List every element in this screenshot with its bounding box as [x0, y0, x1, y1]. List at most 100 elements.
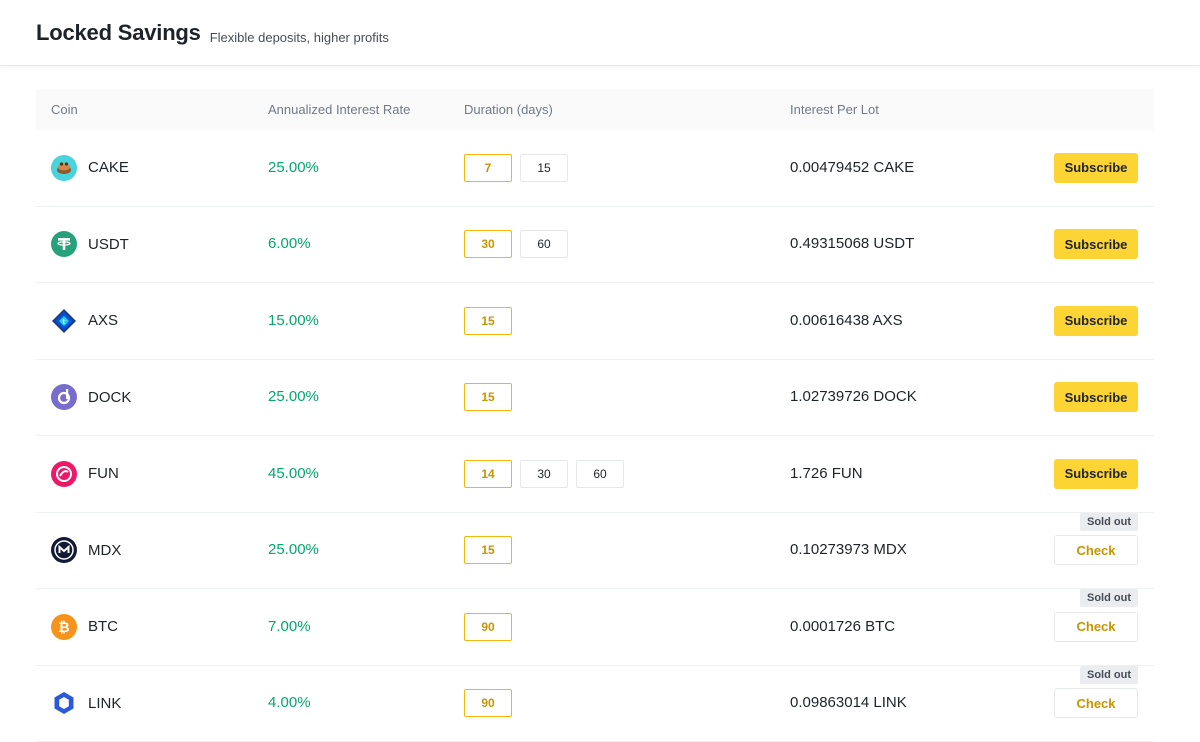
- page-header: Locked Savings Flexible deposits, higher…: [0, 0, 1200, 66]
- table-row: DOCK 25.00% 15 1.02739726 DOCK Subscribe: [36, 360, 1154, 437]
- coin-name: DOCK: [88, 389, 131, 406]
- subscribe-button[interactable]: Subscribe: [1054, 459, 1138, 489]
- page-title: Locked Savings: [36, 20, 201, 46]
- interest-rate: 4.00%: [268, 694, 311, 711]
- svg-text:t: t: [63, 318, 66, 326]
- subscribe-button[interactable]: Subscribe: [1054, 306, 1138, 336]
- interest-per-lot: 0.49315068 USDT: [790, 235, 914, 252]
- interest-rate: 15.00%: [268, 312, 319, 329]
- interest-rate: 45.00%: [268, 465, 319, 482]
- link-icon: [51, 690, 77, 716]
- action-cell: Subscribe: [1050, 360, 1154, 436]
- duration-options: 14 30 60: [464, 460, 790, 488]
- duration-option[interactable]: 30: [464, 230, 512, 258]
- header-rate: Annualized Interest Rate: [268, 102, 464, 117]
- table-row: LINK 4.00% 90 0.09863014 LINK Sold out C…: [36, 666, 1154, 742]
- header-coin: Coin: [36, 102, 268, 117]
- sold-out-badge: Sold out: [1080, 589, 1138, 607]
- coin-cell: LINK: [36, 690, 268, 716]
- btc-icon: ₿: [51, 614, 77, 640]
- mdx-icon: [51, 537, 77, 563]
- coin-name: MDX: [88, 542, 121, 559]
- interest-per-lot: 0.0001726 BTC: [790, 618, 895, 635]
- duration-option[interactable]: 60: [520, 230, 568, 258]
- table-body: CAKE 25.00% 7 15 0.00479452 CAKE Subscrib…: [36, 130, 1154, 742]
- action-cell: Subscribe: [1050, 207, 1154, 283]
- action-cell: Sold out Check: [1050, 513, 1154, 589]
- duration-option[interactable]: 15: [520, 154, 568, 182]
- usdt-icon: [51, 231, 77, 257]
- savings-table: Coin Annualized Interest Rate Duration (…: [36, 89, 1154, 742]
- coin-cell: t AXS: [36, 308, 268, 334]
- coin-cell: FUN: [36, 461, 268, 487]
- page-subtitle: Flexible deposits, higher profits: [210, 30, 389, 45]
- coin-cell: CAKE: [36, 155, 268, 181]
- duration-option[interactable]: 7: [464, 154, 512, 182]
- svg-text:₿: ₿: [58, 620, 69, 636]
- duration-options: 7 15: [464, 154, 790, 182]
- duration-options: 90: [464, 689, 790, 717]
- table-row: CAKE 25.00% 7 15 0.00479452 CAKE Subscrib…: [36, 130, 1154, 207]
- dock-icon: [51, 384, 77, 410]
- interest-per-lot: 0.09863014 LINK: [790, 694, 907, 711]
- check-button[interactable]: Check: [1054, 612, 1138, 642]
- subscribe-button[interactable]: Subscribe: [1054, 382, 1138, 412]
- header-action: [1050, 89, 1154, 130]
- table-row: t AXS 15.00% 15 0.00616438 AXS Subscribe: [36, 283, 1154, 360]
- coin-cell: USDT: [36, 231, 268, 257]
- interest-per-lot: 1.02739726 DOCK: [790, 388, 917, 405]
- interest-per-lot: 0.00616438 AXS: [790, 312, 903, 329]
- duration-option[interactable]: 60: [576, 460, 624, 488]
- sold-out-badge: Sold out: [1080, 666, 1138, 684]
- duration-options: 15: [464, 383, 790, 411]
- duration-options: 15: [464, 536, 790, 564]
- table-header: Coin Annualized Interest Rate Duration (…: [36, 89, 1154, 130]
- interest-rate: 7.00%: [268, 618, 311, 635]
- coin-cell: MDX: [36, 537, 268, 563]
- coin-name: CAKE: [88, 159, 129, 176]
- table-row: FUN 45.00% 14 30 60 1.726 FUN Subscribe: [36, 436, 1154, 513]
- check-button[interactable]: Check: [1054, 535, 1138, 565]
- interest-rate: 6.00%: [268, 235, 311, 252]
- interest-per-lot: 1.726 FUN: [790, 465, 863, 482]
- interest-rate: 25.00%: [268, 388, 319, 405]
- axs-icon: t: [51, 308, 77, 334]
- duration-options: 15: [464, 307, 790, 335]
- action-cell: Sold out Check: [1050, 666, 1154, 742]
- interest-rate: 25.00%: [268, 541, 319, 558]
- coin-name: USDT: [88, 236, 129, 253]
- subscribe-button[interactable]: Subscribe: [1054, 229, 1138, 259]
- duration-option[interactable]: 15: [464, 536, 512, 564]
- action-cell: Subscribe: [1050, 283, 1154, 359]
- cake-icon: [51, 155, 77, 181]
- coin-cell: ₿ BTC: [36, 614, 268, 640]
- duration-option[interactable]: 90: [464, 689, 512, 717]
- action-cell: Sold out Check: [1050, 589, 1154, 665]
- action-cell: Subscribe: [1050, 130, 1154, 206]
- sold-out-badge: Sold out: [1080, 513, 1138, 531]
- duration-options: 90: [464, 613, 790, 641]
- coin-name: BTC: [88, 618, 118, 635]
- coin-name: AXS: [88, 312, 118, 329]
- table-row: USDT 6.00% 30 60 0.49315068 USDT Subscrib…: [36, 207, 1154, 284]
- duration-option[interactable]: 14: [464, 460, 512, 488]
- duration-option[interactable]: 90: [464, 613, 512, 641]
- coin-name: FUN: [88, 465, 119, 482]
- interest-per-lot: 0.00479452 CAKE: [790, 159, 914, 176]
- duration-options: 30 60: [464, 230, 790, 258]
- header-interest: Interest Per Lot: [790, 102, 1050, 117]
- duration-option[interactable]: 15: [464, 307, 512, 335]
- coin-cell: DOCK: [36, 384, 268, 410]
- table-row: MDX 25.00% 15 0.10273973 MDX Sold out Ch…: [36, 513, 1154, 590]
- duration-option[interactable]: 15: [464, 383, 512, 411]
- duration-option[interactable]: 30: [520, 460, 568, 488]
- interest-per-lot: 0.10273973 MDX: [790, 541, 907, 558]
- check-button[interactable]: Check: [1054, 688, 1138, 718]
- fun-icon: [51, 461, 77, 487]
- action-cell: Subscribe: [1050, 436, 1154, 512]
- interest-rate: 25.00%: [268, 159, 319, 176]
- coin-name: LINK: [88, 695, 121, 712]
- table-row: ₿ BTC 7.00% 90 0.0001726 BTC Sold out Ch…: [36, 589, 1154, 666]
- header-duration: Duration (days): [464, 102, 790, 117]
- subscribe-button[interactable]: Subscribe: [1054, 153, 1138, 183]
